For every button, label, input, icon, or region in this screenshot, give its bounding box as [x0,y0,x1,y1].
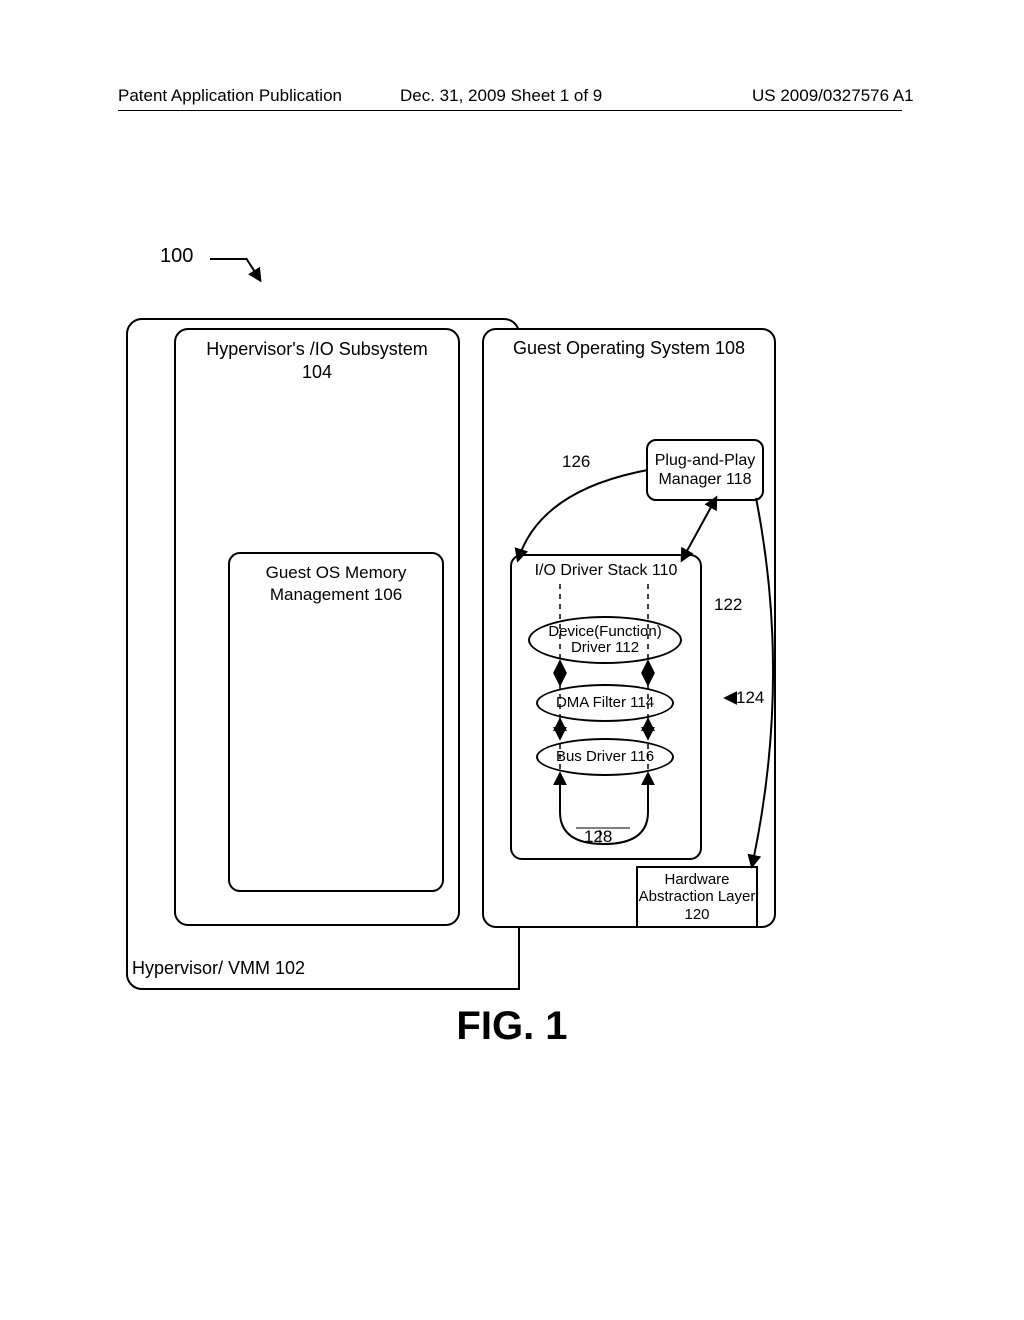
ref-122: 122 [714,595,742,615]
io-driver-stack-title: I/O Driver Stack 110 [512,562,700,580]
header-rule [118,110,902,111]
device-driver-ellipse: Device(Function) Driver 112 [528,616,682,664]
device-driver-label: Device(Function) Driver 112 [530,624,680,657]
hal-label: Hardware Abstraction Layer 120 [638,871,756,923]
guest-os-memory-line2: Management 106 [270,585,402,604]
figure-caption: FIG. 1 [0,1004,1024,1049]
ref-128: 128 [584,827,612,847]
io-subsystem-title-line1: Hypervisor's /IO Subsystem [206,339,428,359]
figure-ref-100: 100 [160,245,193,268]
ref-124: 124 [736,688,764,708]
dma-filter-label: DMA Filter 114 [556,695,654,712]
guest-os-memory-line1: Guest OS Memory [266,563,407,582]
pnp-manager-box: Plug-and-Play Manager 118 [646,439,764,501]
bus-driver-label: Bus Driver 116 [556,749,654,766]
ref-126: 126 [562,452,590,472]
hal-box: Hardware Abstraction Layer 120 [636,866,758,928]
guest-os-memory-title: Guest OS Memory Management 106 [230,562,442,606]
header-left: Patent Application Publication [118,86,342,106]
io-subsystem-title-line2: 104 [302,362,332,382]
header-center: Dec. 31, 2009 Sheet 1 of 9 [400,86,602,106]
header-right: US 2009/0327576 A1 [752,86,914,106]
figure-ref-100-leader [210,258,246,260]
guest-os-memory-box: Guest OS Memory Management 106 [228,552,444,892]
page: Patent Application Publication Dec. 31, … [0,0,1024,1320]
hypervisor-label: Hypervisor/ VMM 102 [132,958,305,979]
io-subsystem-title: Hypervisor's /IO Subsystem 104 [176,338,458,385]
guest-os-title: Guest Operating System 108 [484,338,774,359]
dma-filter-ellipse: DMA Filter 114 [536,684,674,722]
pnp-manager-label: Plug-and-Play Manager 118 [648,451,762,489]
bus-driver-ellipse: Bus Driver 116 [536,738,674,776]
